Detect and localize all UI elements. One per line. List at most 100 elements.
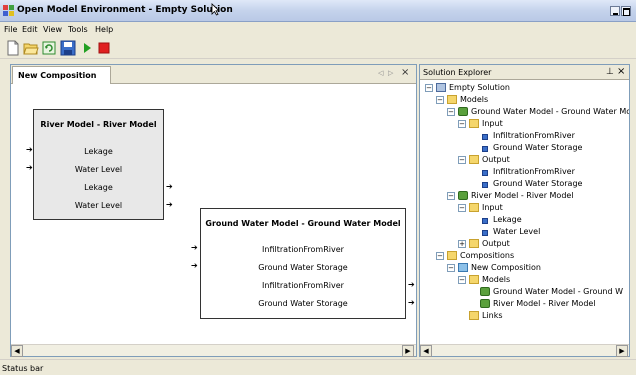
tree-item-solution[interactable]: Empty Solution [449, 83, 510, 95]
mouse-cursor-icon [211, 3, 220, 16]
tree-item-new-composition[interactable]: New Composition [471, 263, 541, 275]
collapse-icon[interactable]: − [436, 96, 444, 104]
menu-edit[interactable]: Edit [22, 25, 38, 34]
run-icon[interactable] [79, 40, 95, 56]
tab-scroll-left-icon[interactable]: ◁ [378, 69, 383, 77]
input-arrow-icon: ➔ [26, 145, 33, 154]
refresh-icon[interactable] [41, 40, 57, 56]
horizontal-scrollbar[interactable]: ◀ ▶ [420, 344, 629, 357]
tree-item-field[interactable]: InfiltrationFromRiver [493, 131, 575, 143]
tab-new-composition[interactable]: New Composition [12, 66, 111, 84]
port-output-lekage[interactable]: Lekage [34, 183, 163, 192]
port-output-ground-water-storage[interactable]: Ground Water Storage [201, 299, 405, 308]
collapse-icon[interactable]: − [447, 264, 455, 272]
tree-item-field[interactable]: Ground Water Storage [493, 143, 582, 155]
input-arrow-icon: ➔ [26, 163, 33, 172]
field-icon [482, 218, 488, 224]
window-title: Open Model Environment - Empty Solution [17, 5, 233, 15]
collapse-icon[interactable]: − [447, 192, 455, 200]
model-icon [458, 191, 468, 200]
collapse-icon[interactable]: − [458, 156, 466, 164]
tree-item-ground-water-model[interactable]: Ground Water Model - Ground Water Mo [471, 107, 629, 119]
horizontal-scrollbar[interactable]: ◀ ▶ [11, 344, 416, 357]
tree-item-compositions[interactable]: Compositions [460, 251, 514, 263]
output-arrow-icon: ➔ [166, 200, 173, 209]
solution-explorer: Solution Explorer ⊥ × − Empty Solution −… [419, 64, 630, 357]
maximize-button[interactable] [621, 6, 631, 16]
folder-icon [469, 239, 479, 248]
tree-item-field[interactable]: InfiltrationFromRiver [493, 167, 575, 179]
app-icon [3, 5, 14, 16]
input-arrow-icon: ➔ [191, 261, 198, 270]
tree-item-models[interactable]: Models [482, 275, 510, 287]
tab-scroll-right-icon[interactable]: ▷ [388, 69, 393, 77]
solution-explorer-header: Solution Explorer ⊥ × [420, 65, 629, 80]
collapse-icon[interactable]: − [425, 84, 433, 92]
minimize-button[interactable] [610, 6, 620, 16]
expand-icon[interactable]: + [458, 240, 466, 248]
tree-item-input[interactable]: Input [482, 119, 503, 131]
port-input-lekage[interactable]: Lekage [34, 147, 163, 156]
scroll-right-icon[interactable]: ▶ [402, 345, 414, 357]
tree-item-river-model[interactable]: River Model - River Model [471, 191, 574, 203]
field-icon [482, 170, 488, 176]
folder-icon [447, 251, 457, 260]
model-icon [458, 107, 468, 116]
tree-item-model-instance[interactable]: Ground Water Model - Ground W [493, 287, 623, 299]
port-output-infiltration[interactable]: InfiltrationFromRiver [201, 281, 405, 290]
field-icon [482, 146, 488, 152]
tree-item-field[interactable]: Ground Water Storage [493, 179, 582, 191]
menu-file[interactable]: File [4, 25, 17, 34]
save-icon[interactable] [60, 40, 76, 56]
tree-item-model-instance[interactable]: River Model - River Model [493, 299, 596, 311]
folder-icon [469, 203, 479, 212]
scroll-left-icon[interactable]: ◀ [420, 345, 432, 357]
port-input-water-level[interactable]: Water Level [34, 165, 163, 174]
river-model-box[interactable]: River Model - River Model Lekage Water L… [33, 109, 164, 220]
tree-item-output[interactable]: Output [482, 155, 510, 167]
model-icon [480, 299, 490, 308]
input-arrow-icon: ➔ [191, 243, 198, 252]
folder-icon [447, 95, 457, 104]
close-icon[interactable]: × [401, 67, 409, 78]
collapse-icon[interactable]: − [458, 120, 466, 128]
tree-item-field[interactable]: Lekage [493, 215, 522, 227]
close-icon[interactable]: × [617, 66, 625, 77]
tree-item-output[interactable]: Output [482, 239, 510, 251]
pin-icon[interactable]: ⊥ [606, 67, 614, 77]
new-icon[interactable] [5, 40, 21, 56]
ground-water-model-box[interactable]: Ground Water Model - Ground Water Model … [200, 208, 406, 319]
menu-bar: File Edit View Tools Help [0, 22, 636, 37]
tree-item-links[interactable]: Links [482, 311, 503, 323]
model-icon [480, 287, 490, 296]
menu-tools[interactable]: Tools [68, 25, 88, 34]
port-output-water-level[interactable]: Water Level [34, 201, 163, 210]
stop-icon[interactable] [96, 40, 112, 56]
collapse-icon[interactable]: − [458, 204, 466, 212]
port-input-ground-water-storage[interactable]: Ground Water Storage [201, 263, 405, 272]
tree-item-models[interactable]: Models [460, 95, 488, 107]
field-icon [482, 230, 488, 236]
composition-canvas[interactable]: River Model - River Model Lekage Water L… [11, 85, 416, 344]
collapse-icon[interactable]: − [447, 108, 455, 116]
port-input-infiltration[interactable]: InfiltrationFromRiver [201, 245, 405, 254]
output-arrow-icon: ➔ [408, 280, 415, 289]
menu-help[interactable]: Help [95, 25, 113, 34]
scroll-left-icon[interactable]: ◀ [11, 345, 23, 357]
open-icon[interactable] [23, 40, 39, 56]
tree-item-input[interactable]: Input [482, 203, 503, 215]
solution-icon [436, 83, 446, 92]
title-bar: Open Model Environment - Empty Solution [0, 0, 636, 22]
output-arrow-icon: ➔ [166, 182, 173, 191]
model-title: Ground Water Model - Ground Water Model [205, 219, 401, 228]
tree-item-field[interactable]: Water Level [493, 227, 540, 239]
collapse-icon[interactable]: − [458, 276, 466, 284]
document-tabstrip: New Composition ◁ ▷ × [11, 65, 416, 84]
collapse-icon[interactable]: − [436, 252, 444, 260]
status-bar: Status bar [0, 359, 636, 375]
menu-view[interactable]: View [43, 25, 62, 34]
model-title: River Model - River Model [40, 120, 157, 129]
scroll-right-icon[interactable]: ▶ [616, 345, 628, 357]
field-icon [482, 134, 488, 140]
composition-icon [458, 263, 468, 272]
